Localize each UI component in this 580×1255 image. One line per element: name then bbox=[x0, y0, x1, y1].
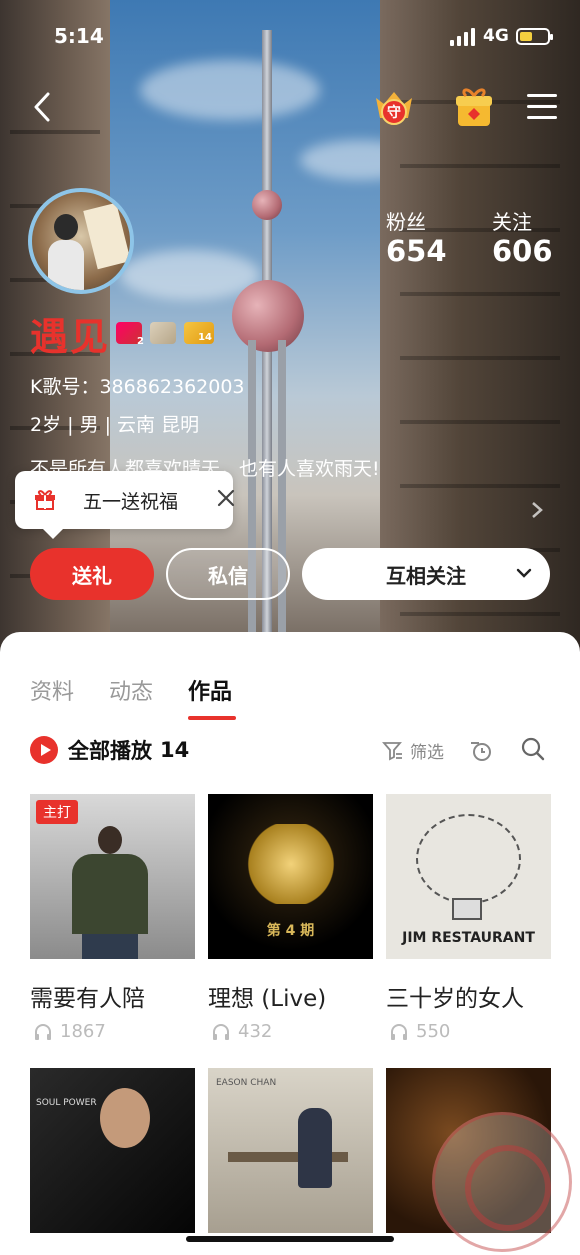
play-count: 1867 bbox=[30, 1021, 195, 1042]
work-cover[interactable]: EASON CHAN bbox=[208, 1068, 373, 1233]
tab-works[interactable]: 作品 bbox=[188, 674, 232, 706]
private-message-button[interactable]: 私信 bbox=[166, 548, 290, 600]
work-item[interactable]: 主打 需要有人陪 1867 bbox=[30, 794, 195, 1042]
user-details: 2岁 | 男 | 云南 昆明 bbox=[30, 414, 200, 436]
tab-indicator bbox=[188, 716, 236, 720]
works-count: 14 bbox=[160, 738, 190, 762]
chevron-right-icon[interactable] bbox=[530, 500, 544, 520]
work-cover[interactable]: SOUL POWER bbox=[30, 1068, 195, 1233]
work-title[interactable]: 三十岁的女人 bbox=[386, 979, 551, 1013]
work-item[interactable]: 第 4 期 理想 (Live) 432 bbox=[208, 794, 373, 1042]
tab-feed[interactable]: 动态 bbox=[109, 674, 153, 706]
holiday-blessing-popup[interactable]: 五一送祝福 bbox=[15, 471, 235, 539]
singer-level-badge[interactable]: 14 bbox=[184, 322, 214, 344]
battery-icon bbox=[516, 28, 553, 45]
mutual-follow-button[interactable]: 互相关注 bbox=[302, 548, 550, 600]
ksong-id[interactable]: K歌号：386862362003 bbox=[30, 372, 245, 399]
popup-text[interactable]: 五一送祝福 bbox=[83, 487, 178, 514]
status-time: 5:14 bbox=[54, 24, 104, 48]
gift-icon bbox=[35, 490, 55, 510]
network-type: 4G bbox=[483, 26, 509, 46]
back-icon[interactable] bbox=[28, 90, 56, 124]
work-cover[interactable]: 第 4 期 bbox=[208, 794, 373, 959]
featured-tag: 主打 bbox=[36, 800, 78, 824]
filter-button[interactable]: 筛选 bbox=[382, 738, 444, 763]
headphones-icon bbox=[391, 1023, 407, 1040]
headphones-icon bbox=[35, 1023, 51, 1040]
chevron-down-icon[interactable] bbox=[516, 565, 532, 581]
vip-diamond-badge[interactable]: 2 bbox=[116, 322, 144, 347]
play-icon bbox=[30, 736, 58, 764]
work-item[interactable]: SOUL POWER bbox=[30, 1068, 195, 1233]
followers-label[interactable]: 粉丝 bbox=[386, 206, 426, 235]
search-icon[interactable] bbox=[520, 736, 546, 762]
close-icon[interactable] bbox=[215, 487, 237, 509]
guard-badge-icon[interactable]: 守 bbox=[370, 84, 418, 132]
username: 遇见 bbox=[30, 315, 111, 359]
play-count: 432 bbox=[208, 1021, 373, 1042]
following-count[interactable]: 606 bbox=[492, 234, 553, 268]
work-item[interactable]: EASON CHAN bbox=[208, 1068, 373, 1233]
history-icon[interactable] bbox=[468, 738, 494, 762]
followers-count[interactable]: 654 bbox=[386, 234, 447, 268]
work-cover[interactable]: 主打 bbox=[30, 794, 195, 959]
work-item[interactable]: JIM RESTAURANT 三十岁的女人 550 bbox=[386, 794, 551, 1042]
play-all-button[interactable]: 全部播放 14 bbox=[30, 736, 189, 764]
watermark-logo bbox=[432, 1112, 572, 1252]
status-bar: 5:14 4G bbox=[0, 22, 580, 52]
menu-icon[interactable] bbox=[527, 94, 559, 120]
tab-profile[interactable]: 资料 bbox=[30, 674, 74, 706]
work-cover[interactable]: JIM RESTAURANT bbox=[386, 794, 551, 959]
following-label[interactable]: 关注 bbox=[492, 206, 532, 235]
level-badge[interactable] bbox=[150, 322, 176, 344]
work-title[interactable]: 需要有人陪 bbox=[30, 979, 195, 1013]
filter-icon bbox=[382, 741, 402, 760]
svg-text:守: 守 bbox=[387, 104, 401, 121]
work-title[interactable]: 理想 (Live) bbox=[208, 979, 373, 1013]
avatar[interactable] bbox=[28, 188, 134, 294]
follow-label: 互相关注 bbox=[386, 563, 466, 588]
gift-box-icon[interactable] bbox=[450, 84, 498, 132]
play-count: 550 bbox=[386, 1021, 551, 1042]
send-gift-button[interactable]: 送礼 bbox=[30, 548, 154, 600]
home-indicator[interactable] bbox=[186, 1236, 394, 1242]
headphones-icon bbox=[213, 1023, 229, 1040]
signal-icon bbox=[450, 28, 476, 46]
